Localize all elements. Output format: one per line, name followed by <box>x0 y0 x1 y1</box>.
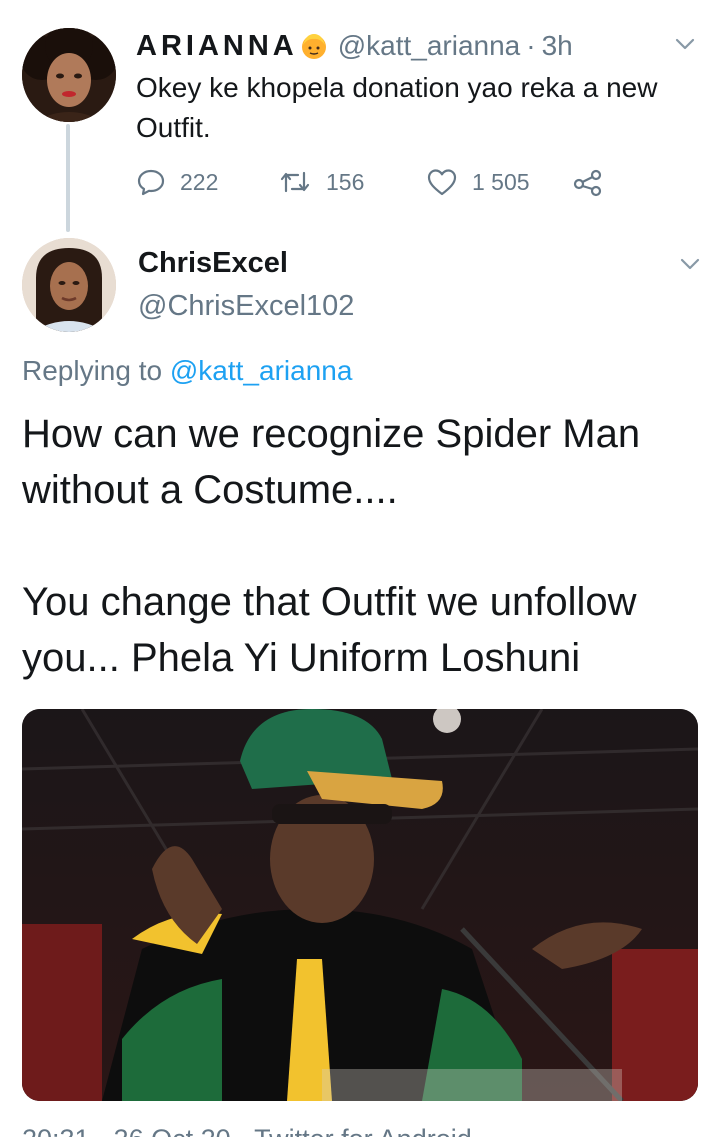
retweet-icon <box>278 167 312 197</box>
tweet-actions: 222 156 1 505 <box>136 162 616 202</box>
tweet-photo[interactable] <box>22 709 698 1101</box>
reply-count: 222 <box>180 168 219 195</box>
tweet-text: Okey ke khopela donation yao reka a new … <box>136 72 658 143</box>
reply-icon <box>136 167 166 197</box>
tweet-header: ARIANNA @katt_arianna · 3h <box>136 28 573 64</box>
person-blond-hair-emoji-icon <box>300 32 328 60</box>
separator-dot: · <box>526 30 536 61</box>
like-count: 1 505 <box>472 168 530 195</box>
replying-label: Replying to <box>22 355 170 386</box>
replying-to: Replying to @katt_arianna <box>22 355 352 387</box>
retweet-count: 156 <box>326 168 365 195</box>
retweet-button[interactable]: 156 <box>278 162 364 202</box>
like-button[interactable]: 1 505 <box>426 162 530 202</box>
chevron-down-icon[interactable] <box>673 32 697 56</box>
tweet-footer: 20:31 · 26 Oct 20 · Twitter for Android <box>0 1127 720 1137</box>
handle[interactable]: @katt_arianna <box>338 30 521 62</box>
share-button[interactable] <box>572 162 604 202</box>
tweet-timestamp-source[interactable]: 20:31 · 26 Oct 20 · Twitter for Android <box>22 1127 472 1137</box>
chevron-down-icon[interactable] <box>678 252 702 276</box>
heart-icon <box>426 167 458 197</box>
share-icon <box>572 167 604 197</box>
handle[interactable]: @ChrisExcel102 <box>138 290 354 323</box>
display-name[interactable]: ChrisExcel <box>138 247 288 280</box>
timestamp[interactable]: 3h <box>542 30 573 62</box>
avatar[interactable] <box>22 28 116 122</box>
mention-link[interactable]: @katt_arianna <box>170 355 353 386</box>
avatar[interactable] <box>22 238 116 332</box>
reply-button[interactable]: 222 <box>136 162 218 202</box>
display-name[interactable]: ARIANNA <box>136 30 298 63</box>
tweet-text: How can we recognize Spider Man without … <box>22 412 641 680</box>
parent-tweet[interactable]: ARIANNA @katt_arianna · 3h Okey ke khope… <box>0 0 720 232</box>
